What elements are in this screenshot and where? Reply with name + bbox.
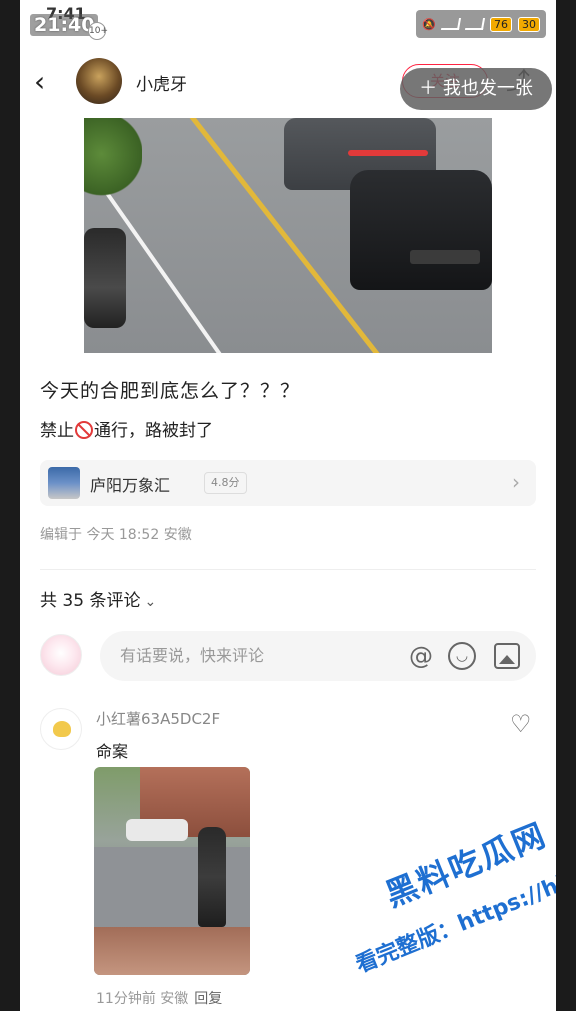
commenter-avatar[interactable] [40, 708, 82, 750]
comment-photo-curb [94, 927, 250, 975]
post-body-prefix: 禁止 [40, 421, 74, 441]
at-icon[interactable]: @ [406, 641, 436, 671]
chevron-down-icon: ⌄ [144, 594, 157, 610]
status-bar: 7:41 21:40 10+ 🔕 76 30 [20, 0, 556, 52]
wifi-icon [464, 18, 486, 30]
comment-text: 命案 [96, 742, 129, 761]
author-avatar[interactable] [76, 58, 122, 104]
app-screen: 7:41 21:40 10+ 🔕 76 30 ‹ 小虎牙 关注 ⤴ ＋ 我也发一… [20, 0, 556, 1011]
image-icon[interactable] [494, 643, 520, 669]
comment-count[interactable]: 共 35 条评论 ⌄ [40, 586, 156, 611]
location-card[interactable]: 庐阳万象汇 4.8分 › [40, 460, 536, 506]
reply-link[interactable]: 回复 [194, 991, 222, 1007]
watermark-title: 黑料吃瓜网 [380, 815, 552, 915]
divider [40, 569, 536, 570]
photo-scooter-rider [84, 228, 126, 328]
my-avatar [40, 634, 82, 676]
post-also-button[interactable]: ＋ 我也发一张 [400, 68, 552, 110]
no-entry-icon [75, 421, 93, 439]
notification-badge: 10+ [88, 22, 108, 40]
comment-count-label: 共 35 条评论 [40, 591, 141, 611]
author-name[interactable]: 小虎牙 [136, 70, 187, 95]
edit-info: 编辑于 今天 18:52 安徽 [40, 527, 192, 543]
comment-photo-road [94, 847, 250, 927]
post-body: 禁止 通行，路被封了 [40, 416, 213, 441]
emoji-icon[interactable]: ◡ [448, 642, 476, 670]
post-body-suffix: 通行，路被封了 [94, 421, 213, 441]
comment-photo[interactable] [94, 767, 250, 975]
rating-badge: 4.8分 [204, 472, 247, 494]
commenter-name[interactable]: 小红薯63A5DC2F [96, 708, 220, 729]
comment-photo-person [198, 827, 226, 927]
photo-black-van [350, 170, 492, 290]
watermark: 黑料吃瓜网 看完整版：https://hlcgw28.com [306, 728, 556, 979]
comment-meta-text: 11分钟前 安徽 [96, 991, 189, 1007]
post-title: 今天的合肥到底怎么了？？？ [40, 380, 301, 402]
back-icon[interactable]: ‹ [34, 64, 62, 100]
chevron-right-icon: › [512, 470, 520, 494]
comment-meta: 11分钟前 安徽 回复 [96, 988, 222, 1008]
location-name: 庐阳万象汇 [90, 476, 171, 495]
heart-icon[interactable]: ♡ [510, 710, 532, 738]
status-icons: 🔕 76 30 [416, 10, 546, 38]
overlay-battery-indicator: 30 [518, 16, 540, 32]
battery-indicator: 76 [490, 16, 512, 32]
photo-tree [84, 118, 142, 208]
post-header: ‹ 小虎牙 关注 ⤴ ＋ 我也发一张 [20, 52, 556, 118]
signal-icon [440, 18, 462, 30]
post-photo[interactable] [84, 118, 492, 353]
mall-icon [48, 467, 80, 499]
comment-photo-car [126, 819, 188, 841]
watermark-subtitle: 看完整版：https://hlcgw28.com [352, 819, 556, 979]
mute-icon: 🔕 [422, 17, 436, 31]
